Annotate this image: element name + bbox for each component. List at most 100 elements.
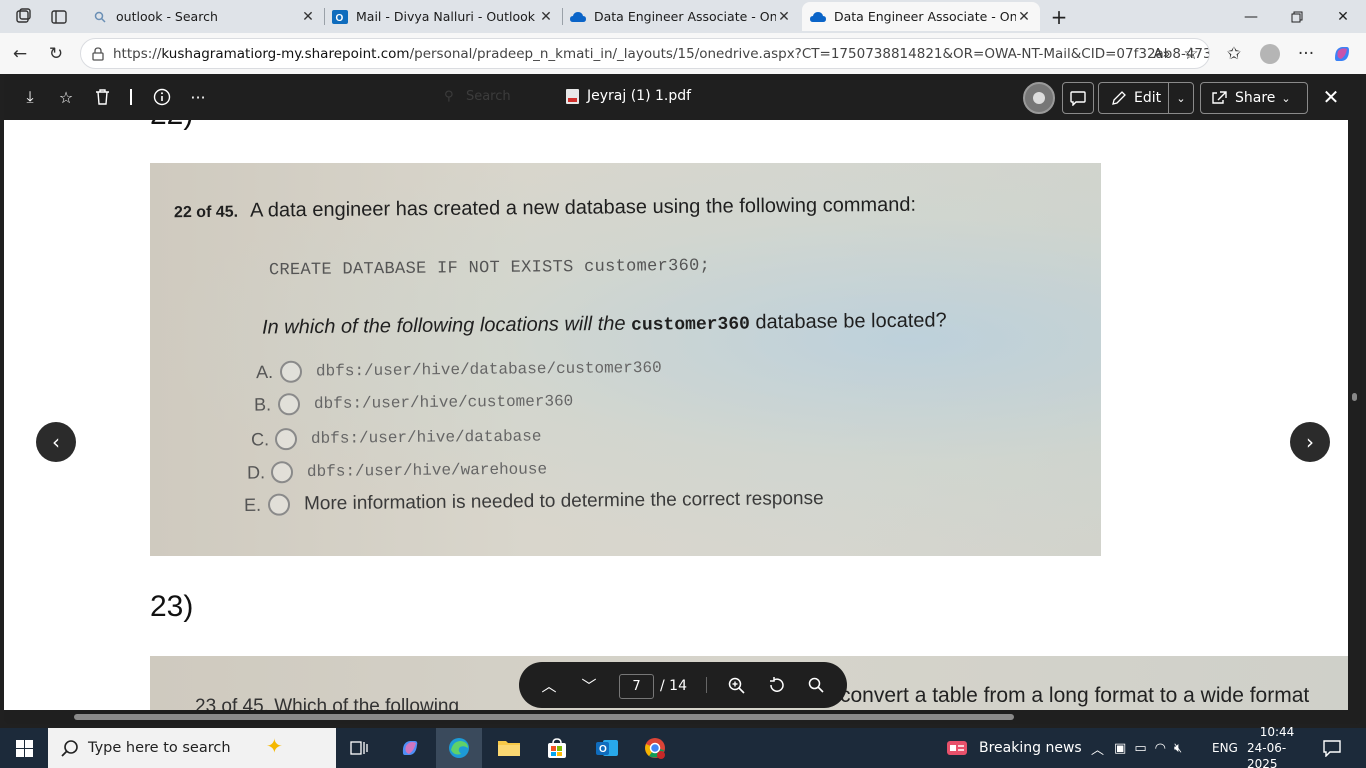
tab-outlook-search[interactable]: outlook - Search ✕	[84, 2, 324, 31]
battery-icon[interactable]: ▭	[1134, 741, 1146, 756]
favorites-button[interactable]: ✩	[1220, 40, 1248, 68]
edge-taskbar-button[interactable]	[436, 728, 482, 768]
tab-onedrive-active[interactable]: Data Engineer Associate - OneDri ✕	[802, 2, 1040, 31]
comments-button[interactable]	[1062, 82, 1094, 114]
find-button[interactable]	[804, 673, 828, 697]
minimize-button[interactable]: —	[1228, 0, 1274, 33]
scrollbar-thumb[interactable]	[74, 714, 1014, 720]
taskbar-search-placeholder: Type here to search	[88, 740, 231, 756]
file-explorer-button[interactable]	[486, 728, 532, 768]
close-viewer-button[interactable]: ✕	[1319, 85, 1343, 109]
close-window-button[interactable]: ✕	[1320, 0, 1366, 33]
settings-more-button[interactable]: ···	[1292, 40, 1320, 68]
tray-overflow-icon[interactable]: ︿	[1091, 739, 1104, 758]
url-prefix: https://	[113, 45, 162, 62]
next-page-button[interactable]: ﹀	[577, 673, 601, 697]
question-23-heading: 23)	[150, 590, 194, 623]
option-letter: B.	[253, 393, 272, 415]
volume-muted-icon[interactable]: 🔇︎	[1174, 741, 1182, 756]
edit-button[interactable]: Edit	[1099, 83, 1169, 113]
copilot-taskbar-button[interactable]	[387, 728, 433, 768]
document-title: Jeyraj (1) 1.pdf	[566, 88, 691, 104]
download-button[interactable]: ⤓	[18, 85, 42, 109]
new-tab-button[interactable]: +	[1044, 0, 1074, 33]
search-highlight-icon: ✦	[266, 734, 283, 758]
info-button[interactable]	[150, 85, 174, 109]
share-icon	[1212, 91, 1227, 104]
close-tab-icon[interactable]: ✕	[300, 9, 316, 25]
copilot-button[interactable]	[1328, 40, 1356, 68]
next-file-button[interactable]: ›	[1290, 422, 1330, 462]
more-actions-button[interactable]: ···	[186, 85, 210, 109]
tab-outlook-mail[interactable]: O Mail - Divya Nalluri - Outlook ✕	[324, 2, 562, 31]
share-button[interactable]: Share ⌄	[1200, 82, 1308, 114]
option-text: dbfs:/user/hive/warehouse	[306, 460, 548, 481]
horizontal-scrollbar[interactable]	[4, 710, 1362, 724]
language-indicator[interactable]: ENG	[1212, 728, 1238, 768]
page-number-input[interactable]	[619, 674, 654, 699]
workspaces-button[interactable]	[8, 2, 40, 31]
option-c: C. dbfs:/user/hive/database	[251, 425, 542, 451]
notifications-button[interactable]	[1322, 728, 1342, 768]
store-button[interactable]	[534, 728, 580, 768]
search-field-ghost[interactable]: ⚲ Search	[444, 89, 511, 104]
system-tray-icons[interactable]: ︿ ▣ ▭ ◠ 🔇︎	[1091, 728, 1182, 768]
task-view-icon	[350, 741, 368, 755]
onedrive-favicon	[810, 9, 826, 25]
download-icon: ⤓	[26, 87, 34, 106]
document-title-text: Jeyraj (1) 1.pdf	[587, 88, 692, 104]
restore-button[interactable]	[1274, 0, 1320, 33]
chrome-taskbar-button[interactable]	[632, 728, 678, 768]
profile-button[interactable]	[1256, 40, 1284, 68]
user-avatar[interactable]	[1023, 82, 1055, 114]
clock[interactable]: 10:44 24-06-2025	[1247, 725, 1307, 768]
star-icon: ☆	[58, 87, 74, 107]
meet-now-icon[interactable]: ▣	[1114, 741, 1126, 756]
news-widget[interactable]: Breaking news	[946, 728, 1082, 768]
previous-file-button[interactable]: ‹	[36, 422, 76, 462]
tab-title: outlook - Search	[116, 9, 218, 24]
edge-icon	[449, 738, 469, 758]
back-button[interactable]: ←	[6, 40, 34, 68]
lock-icon[interactable]	[91, 47, 105, 61]
page-total: / 14	[660, 678, 687, 694]
pdf-file-icon	[566, 88, 579, 104]
scrollbar-thumb[interactable]	[1352, 393, 1357, 401]
clock-time: 10:44	[1259, 725, 1295, 739]
delete-button[interactable]	[90, 85, 114, 109]
chevron-right-icon: ›	[1306, 430, 1314, 454]
option-e: E. More information is needed to determi…	[244, 488, 824, 516]
outlook-taskbar-button[interactable]: O	[584, 728, 630, 768]
favorite-button[interactable]: ☆	[1177, 40, 1205, 68]
zoom-in-button[interactable]	[724, 673, 748, 697]
star-icon: ☆	[1183, 44, 1199, 64]
close-tab-icon[interactable]: ✕	[538, 9, 554, 25]
tab-actions-icon	[51, 9, 67, 24]
question-prompt-text: A data engineer has created a new databa…	[249, 193, 917, 222]
close-tab-icon[interactable]: ✕	[1016, 9, 1032, 25]
favorite-file-button[interactable]: ☆	[54, 85, 78, 109]
chevron-down-icon: ⌄	[1281, 91, 1291, 105]
pdf-page-area[interactable]: 22) 22 of 45. A data engineer has created…	[4, 120, 1348, 710]
start-button[interactable]	[0, 728, 48, 768]
vertical-scrollbar[interactable]	[1348, 120, 1362, 710]
taskbar-search-box[interactable]: Type here to search ✦	[48, 728, 336, 768]
news-icon	[947, 741, 967, 755]
pdf-viewer-toolbar: ⤓ ☆ ··· ⚲ Search Jeyraj (1) 1.pdf Edit ⌄…	[4, 74, 1362, 120]
tab-onedrive-1[interactable]: Data Engineer Associate - OneDri ✕	[562, 2, 800, 31]
refresh-icon: ↻	[48, 44, 64, 64]
close-tab-icon[interactable]: ✕	[776, 9, 792, 25]
wifi-icon[interactable]: ◠	[1155, 741, 1166, 756]
edit-dropdown-button[interactable]: ⌄	[1169, 92, 1193, 105]
refresh-button[interactable]: ↻	[42, 40, 70, 68]
rotate-button[interactable]	[765, 673, 789, 697]
option-letter: E.	[243, 494, 262, 515]
tab-actions-button[interactable]	[44, 2, 76, 31]
question-23-peek-right: convert a table from a long format to a …	[840, 684, 1310, 707]
read-aloud-button[interactable]: A»	[1148, 40, 1176, 68]
plus-icon: +	[1050, 4, 1068, 29]
radio-icon	[267, 493, 291, 516]
task-view-button[interactable]	[336, 728, 382, 768]
address-bar[interactable]: https://kushagramatiorg-my.sharepoint.co…	[80, 38, 1210, 69]
previous-page-button[interactable]: ︿	[537, 673, 561, 697]
